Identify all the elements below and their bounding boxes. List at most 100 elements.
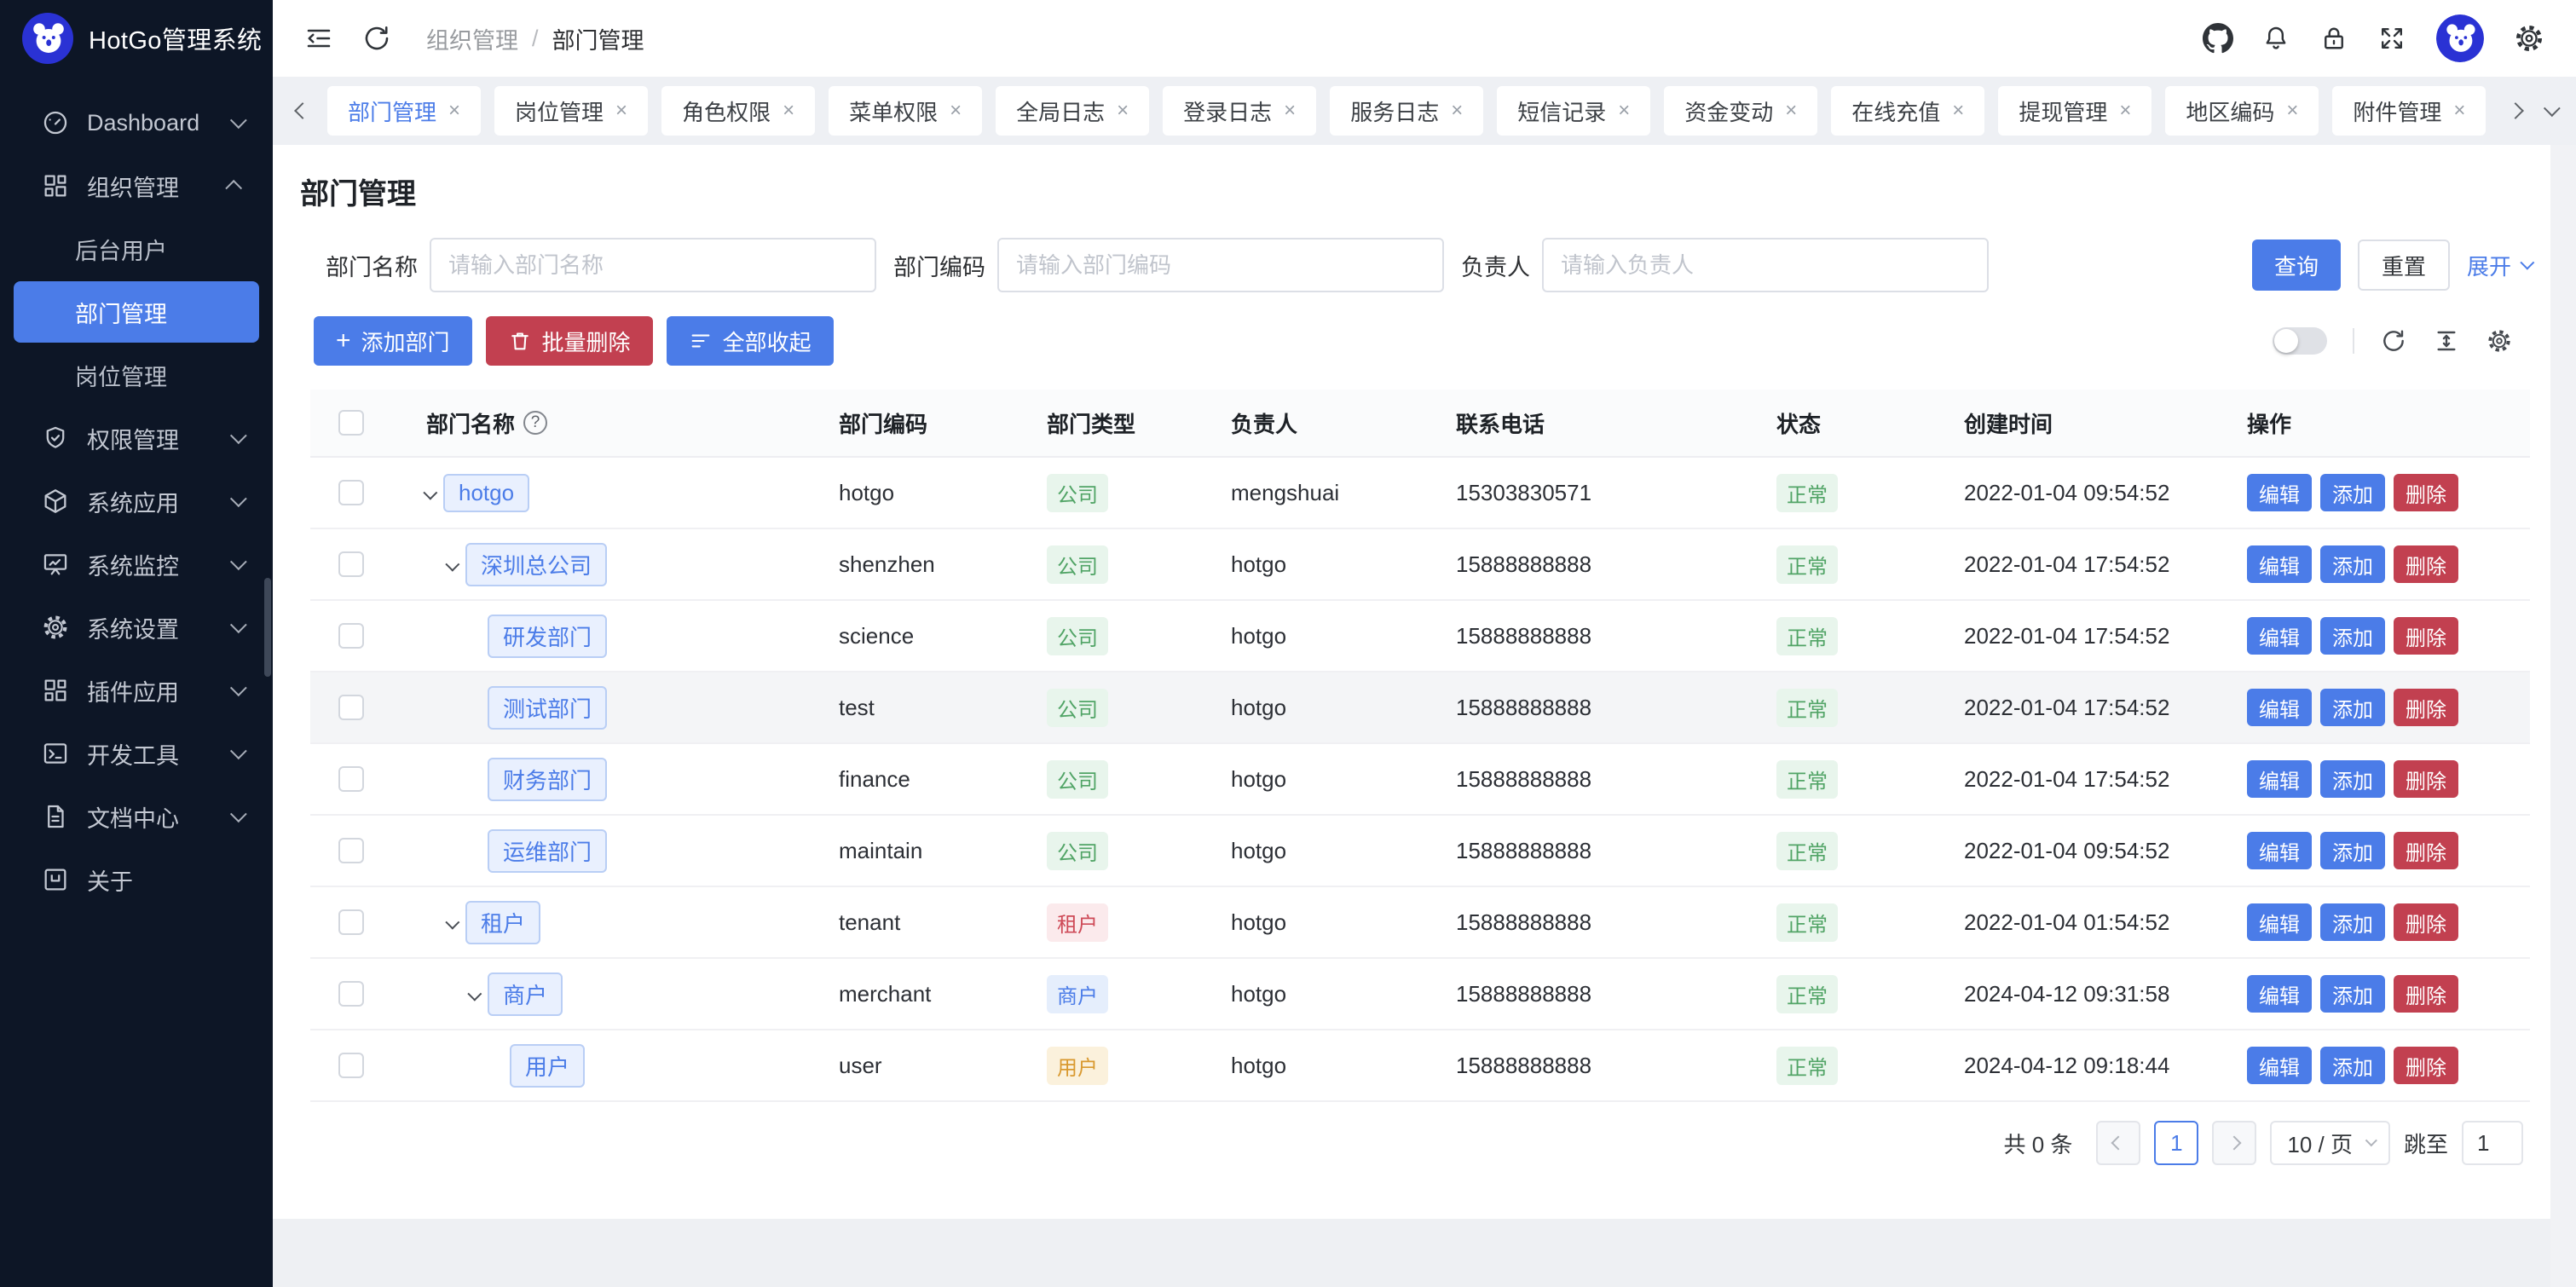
user-avatar[interactable] [2436, 14, 2484, 62]
edit-button[interactable]: 编辑 [2247, 832, 2312, 869]
edit-button[interactable]: 编辑 [2247, 617, 2312, 655]
tabs-menu-icon[interactable] [2540, 105, 2559, 117]
tab-11[interactable]: 提现管理× [1998, 86, 2151, 136]
reset-button[interactable]: 重置 [2358, 240, 2450, 291]
add-dept-button[interactable]: + 添加部门 [314, 316, 472, 366]
add-button[interactable]: 添加 [2320, 975, 2385, 1013]
sidebar-item-sys-monitor[interactable]: 系统监控 [14, 534, 259, 595]
dept-name-input[interactable] [430, 238, 876, 292]
dept-name-tag[interactable]: 运维部门 [488, 829, 607, 873]
dept-name-tag[interactable]: 财务部门 [488, 758, 607, 801]
fullscreen-icon[interactable] [2377, 23, 2407, 54]
add-button[interactable]: 添加 [2320, 545, 2385, 583]
menu-collapse-icon[interactable] [303, 23, 334, 54]
delete-button[interactable]: 删除 [2394, 474, 2458, 511]
tab-7[interactable]: 服务日志× [1330, 86, 1483, 136]
sidebar-item-dept[interactable]: 部门管理 [14, 281, 259, 343]
tab-2[interactable]: 岗位管理× [494, 86, 648, 136]
row-checkbox[interactable] [338, 480, 364, 505]
tab-close-icon[interactable]: × [1284, 101, 1296, 121]
sidebar-item-doc-center[interactable]: 文档中心 [14, 786, 259, 847]
tab-9[interactable]: 资金变动× [1664, 86, 1817, 136]
tab-close-icon[interactable]: × [2119, 101, 2131, 121]
dept-name-tag[interactable]: 研发部门 [488, 615, 607, 658]
dept-name-tag[interactable]: 测试部门 [488, 686, 607, 730]
tab-close-icon[interactable]: × [950, 101, 962, 121]
delete-button[interactable]: 删除 [2394, 975, 2458, 1013]
jump-page-input[interactable] [2462, 1121, 2523, 1165]
tab-13[interactable]: 附件管理× [2332, 86, 2486, 136]
add-button[interactable]: 添加 [2320, 474, 2385, 511]
query-button[interactable]: 查询 [2252, 240, 2341, 291]
batch-delete-button[interactable]: 批量删除 [486, 316, 653, 366]
sidebar-item-backend-users[interactable]: 后台用户 [14, 218, 259, 280]
dept-name-tag[interactable]: hotgo [443, 474, 529, 512]
dept-name-tag[interactable]: 租户 [465, 901, 540, 944]
refresh-page-icon[interactable] [361, 23, 392, 54]
tab-8[interactable]: 短信记录× [1497, 86, 1650, 136]
delete-button[interactable]: 删除 [2394, 545, 2458, 583]
expand-row-icon[interactable] [445, 909, 455, 936]
sidebar-item-perm[interactable]: 权限管理 [14, 407, 259, 469]
page-size-select[interactable]: 10 / 页 [2270, 1121, 2390, 1165]
row-checkbox[interactable] [338, 909, 364, 935]
row-checkbox[interactable] [338, 838, 364, 863]
add-button[interactable]: 添加 [2320, 1047, 2385, 1084]
sidebar-item-plugin[interactable]: 插件应用 [14, 660, 259, 721]
tab-close-icon[interactable]: × [1117, 101, 1129, 121]
tab-4[interactable]: 菜单权限× [829, 86, 982, 136]
sidebar-item-post[interactable]: 岗位管理 [14, 344, 259, 406]
expand-row-icon[interactable] [467, 981, 477, 1007]
expand-row-icon[interactable] [423, 480, 433, 506]
tab-3[interactable]: 角色权限× [661, 86, 815, 136]
tab-close-icon[interactable]: × [2286, 101, 2298, 121]
settings-gear-icon[interactable] [2513, 22, 2545, 55]
tab-close-icon[interactable]: × [2453, 101, 2465, 121]
row-checkbox[interactable] [338, 1053, 364, 1078]
dept-name-tag[interactable]: 用户 [510, 1044, 585, 1088]
select-all-checkbox[interactable] [338, 410, 364, 436]
sidebar-item-org[interactable]: 组织管理 [14, 155, 259, 216]
row-checkbox[interactable] [338, 551, 364, 577]
breadcrumb-section[interactable]: 组织管理 [426, 22, 518, 55]
tab-close-icon[interactable]: × [783, 101, 794, 121]
delete-button[interactable]: 删除 [2394, 832, 2458, 869]
add-button[interactable]: 添加 [2320, 760, 2385, 798]
delete-button[interactable]: 删除 [2394, 903, 2458, 941]
tab-close-icon[interactable]: × [615, 101, 627, 121]
tab-close-icon[interactable]: × [448, 101, 460, 121]
reload-table-icon[interactable] [2380, 327, 2407, 355]
help-icon[interactable]: ? [523, 411, 547, 435]
sidebar-item-dashboard[interactable]: Dashboard [14, 92, 259, 153]
add-button[interactable]: 添加 [2320, 903, 2385, 941]
delete-button[interactable]: 删除 [2394, 689, 2458, 726]
row-density-icon[interactable] [2433, 327, 2460, 355]
lock-icon[interactable] [2319, 23, 2349, 54]
row-checkbox[interactable] [338, 695, 364, 720]
tab-10[interactable]: 在线充值× [1831, 86, 1984, 136]
page-number-button[interactable]: 1 [2154, 1121, 2198, 1165]
edit-button[interactable]: 编辑 [2247, 1047, 2312, 1084]
edit-button[interactable]: 编辑 [2247, 975, 2312, 1013]
prev-page-button[interactable] [2096, 1121, 2140, 1165]
sidebar-item-about[interactable]: 关于 [14, 849, 259, 910]
row-checkbox[interactable] [338, 623, 364, 649]
delete-button[interactable]: 删除 [2394, 760, 2458, 798]
next-page-button[interactable] [2212, 1121, 2256, 1165]
add-button[interactable]: 添加 [2320, 689, 2385, 726]
edit-button[interactable]: 编辑 [2247, 689, 2312, 726]
add-button[interactable]: 添加 [2320, 832, 2385, 869]
app-logo[interactable]: HotGo管理系统 [0, 0, 273, 77]
expand-filters-link[interactable]: 展开 [2467, 250, 2530, 281]
add-button[interactable]: 添加 [2320, 617, 2385, 655]
tab-1[interactable]: 部门管理× [327, 86, 481, 136]
tab-5[interactable]: 全局日志× [996, 86, 1149, 136]
dept-code-input[interactable] [997, 238, 1444, 292]
tab-close-icon[interactable]: × [1952, 101, 1964, 121]
stripe-toggle[interactable] [2273, 327, 2327, 355]
tabs-scroll-right-icon[interactable] [2506, 105, 2525, 117]
collapse-all-button[interactable]: 全部收起 [667, 316, 834, 366]
dept-name-tag[interactable]: 商户 [488, 972, 563, 1016]
delete-button[interactable]: 删除 [2394, 1047, 2458, 1084]
sidebar-item-sys-setting[interactable]: 系统设置 [14, 597, 259, 658]
